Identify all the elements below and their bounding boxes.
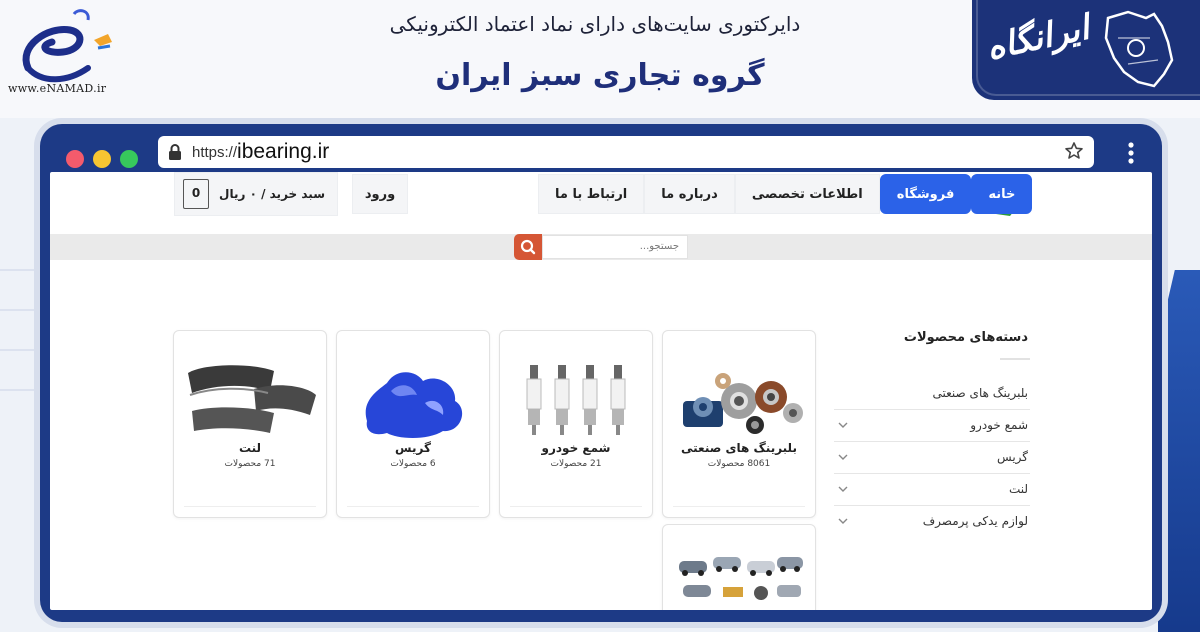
category-item[interactable]: شمع خودرو [834,410,1030,442]
card-divider [347,506,479,507]
nav-home[interactable]: خانه [971,174,1033,214]
card-divider [673,506,805,507]
card-title: گریس [395,441,431,455]
chevron-down-icon[interactable] [838,453,848,461]
card-product-count: 71 محصولات [224,459,276,469]
search-input[interactable]: جستجو... [542,235,688,259]
card-divider [184,506,316,507]
product-categories-sidebar: دسته‌های محصولات بلبرینگ های صنعتی شمع خ… [834,330,1030,538]
bookmark-star-icon[interactable] [1064,141,1084,161]
card-product-count: 6 محصولات [390,459,436,469]
search-bar: جستجو... [50,234,1152,260]
sidebar-title: دسته‌های محصولات [903,330,1028,345]
chevron-down-icon[interactable] [838,485,848,493]
category-item[interactable]: گریس [834,442,1030,474]
nav-about[interactable]: درباره ما [644,174,735,214]
minimize-window-button[interactable] [93,150,111,168]
grease-image [365,372,463,438]
address-bar[interactable]: https:// ibearing.ir [158,136,1094,168]
spark-plugs-image [526,365,626,435]
category-label: بلبرینگ های صنعتی [932,386,1028,400]
brake-pads-image [188,365,316,433]
decorative-wave [1158,270,1200,632]
category-label: شمع خودرو [970,418,1028,432]
browser-menu-icon[interactable] [1128,142,1134,164]
chevron-down-icon[interactable] [838,517,848,525]
search-button[interactable] [514,234,542,260]
cart-count-badge: 0 [183,179,210,209]
maximize-window-button[interactable] [120,150,138,168]
chevron-down-icon[interactable] [838,421,848,429]
category-label: لوازم یدکی پرمصرف [922,514,1028,528]
product-category-card[interactable]: بلبرینگ های صنعتی 8061 محصولات [662,330,816,518]
close-window-button[interactable] [66,150,84,168]
search-icon [520,239,536,255]
nav-shop[interactable]: فروشگاه [879,174,972,214]
site-header: خانه فروشگاه اطلاعات تخصصی درباره ما ارت… [50,172,1152,230]
product-category-card[interactable]: شمع خودرو 21 محصولات [499,330,653,518]
nav-contact[interactable]: ارتباط با ما [538,174,645,214]
nav-expert-info[interactable]: اطلاعات تخصصی [734,174,880,214]
card-divider [510,506,642,507]
irangah-badge[interactable]: ایرانگاه [972,0,1200,100]
lock-icon [169,144,181,160]
card-title: بلبرینگ های صنعتی [681,441,797,455]
login-button[interactable]: ورود [352,174,408,214]
category-label: گریس [997,450,1028,464]
card-title: شمع خودرو [541,441,611,455]
category-item[interactable]: لوازم یدکی پرمصرف [834,506,1030,538]
spare-parts-image [679,557,803,600]
page-viewport: خانه فروشگاه اطلاعات تخصصی درباره ما ارت… [50,172,1152,610]
category-item[interactable]: بلبرینگ های صنعتی [834,378,1030,410]
url-scheme: https:// [192,143,238,161]
main-nav: خانه فروشگاه اطلاعات تخصصی درباره ما ارت… [538,174,1033,216]
product-category-card[interactable] [662,524,816,610]
cart-button[interactable]: سبد خرید / ۰ ریال 0 [174,172,338,216]
category-item[interactable]: لنت [834,474,1030,506]
iran-map-icon [1104,10,1174,88]
browser-window: https:// ibearing.ir خانه فروشگاه اطلاعا… [40,124,1162,622]
card-title: لنت [238,441,262,455]
category-label: لنت [1008,482,1028,496]
card-product-count: 21 محصولات [550,459,602,469]
bearings-image [683,373,803,434]
directory-header: www.eNAMAD.ir دایرکتوری سایت‌های دارای ن… [0,0,1200,118]
product-category-card[interactable]: لنت 71 محصولات [173,330,327,518]
url-domain: ibearing.ir [237,140,330,163]
cart-label: سبد خرید / ۰ ریال [219,187,325,201]
product-category-card[interactable]: گریس 6 محصولات [336,330,490,518]
sidebar-divider [1000,358,1030,360]
card-product-count: 8061 محصولات [707,459,771,469]
